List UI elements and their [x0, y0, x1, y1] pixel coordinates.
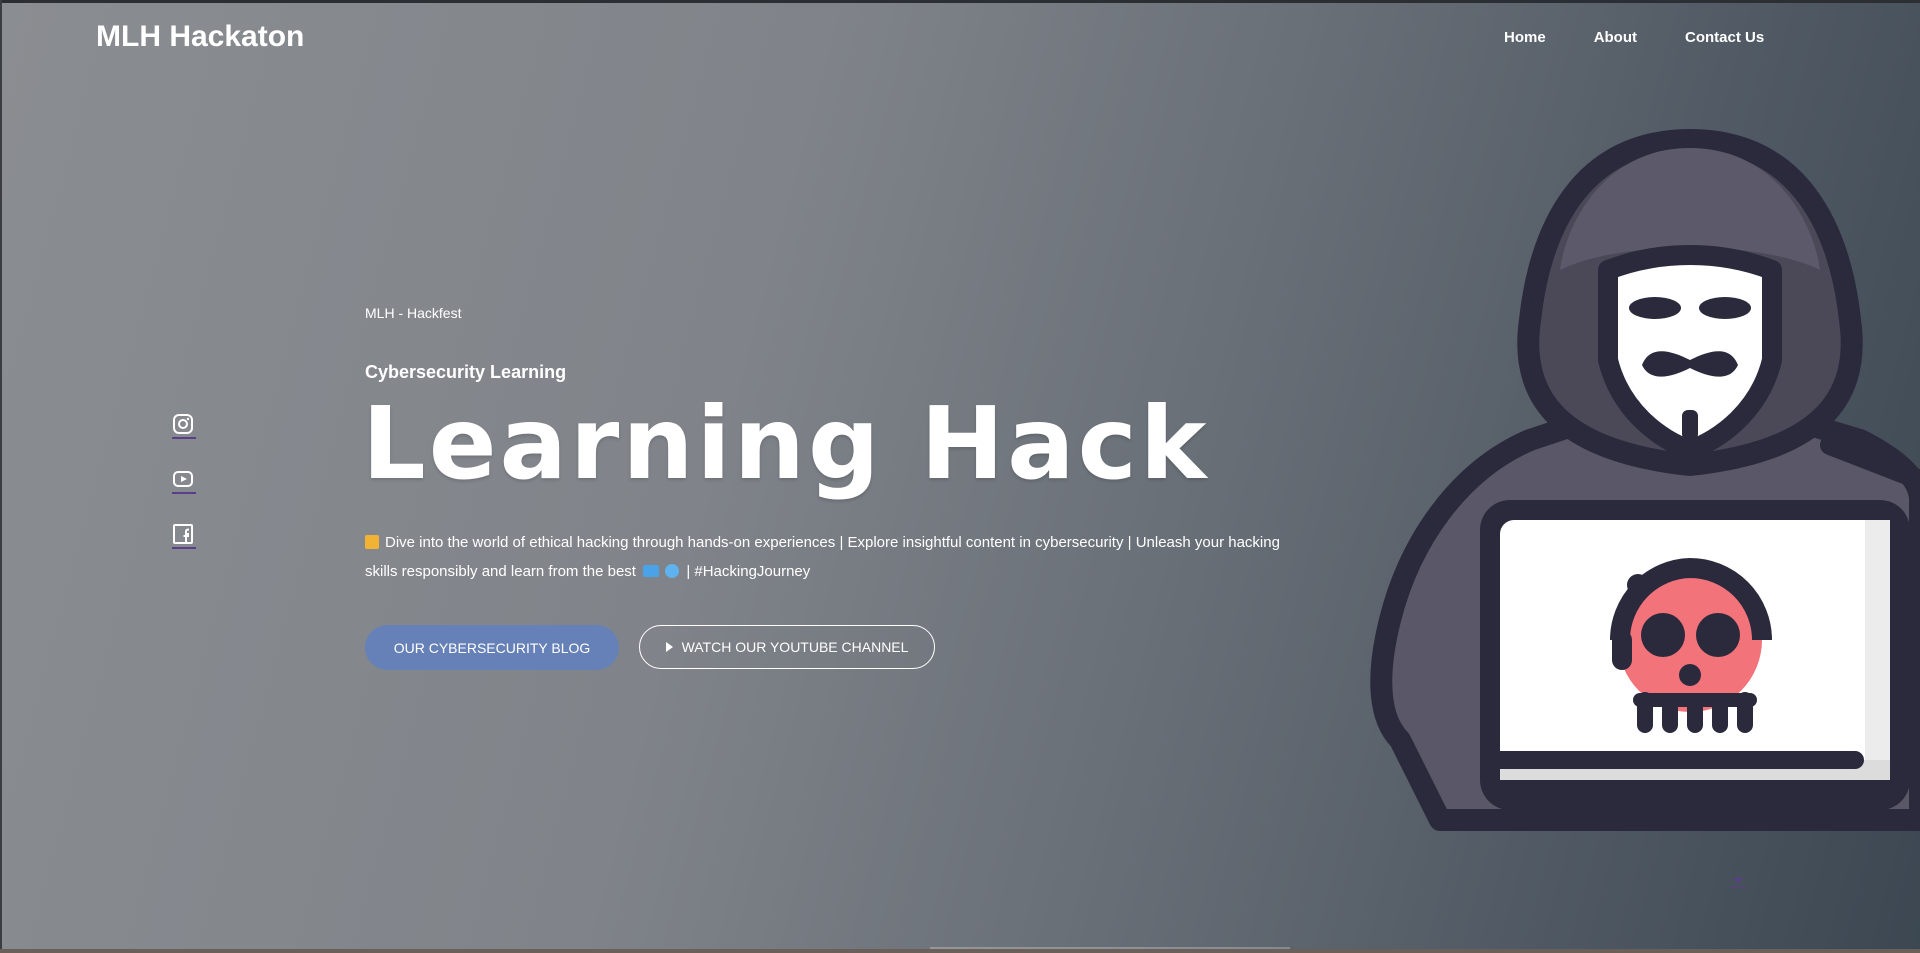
globe-icon: [665, 564, 680, 578]
laptop-icon: [643, 565, 660, 577]
brand-logo[interactable]: MLH Hackaton: [96, 20, 304, 54]
youtube-button-label: WATCH OUR YOUTUBE CHANNEL: [681, 639, 909, 655]
description-hashtag: | #HackingJourney: [686, 563, 811, 580]
nav-about[interactable]: About: [1594, 29, 1637, 46]
hero-subtitle: Cybersecurity Learning: [365, 362, 567, 382]
play-icon: [665, 642, 673, 652]
hero-kicker: MLH - Hackfest: [365, 305, 462, 321]
instagram-icon[interactable]: [172, 413, 196, 439]
facebook-icon[interactable]: [172, 523, 196, 549]
lock-icon: [365, 535, 379, 549]
hacker-illustration: [1370, 129, 1920, 831]
landing-page: MLH Hackaton Home About Contact Us MLH -…: [0, 0, 1920, 953]
scroll-down-icon[interactable]: [1730, 878, 1746, 890]
blog-button-label: OUR CYBERSECURITY BLOG: [393, 639, 591, 656]
social-links: [172, 413, 196, 578]
hero-description: Dive into the world of ethical hacking t…: [365, 528, 1305, 586]
bottom-border: [0, 949, 1920, 953]
hero-title: Learning Hack: [362, 385, 1210, 502]
left-border: [0, 0, 2, 953]
description-text: Dive into the world of ethical hacking t…: [365, 534, 1280, 580]
top-border: [0, 0, 1920, 3]
cybersecurity-blog-button[interactable]: OUR CYBERSECURITY BLOG: [365, 625, 619, 670]
nav-contact[interactable]: Contact Us: [1685, 29, 1764, 46]
youtube-channel-button[interactable]: WATCH OUR YOUTUBE CHANNEL: [639, 625, 935, 669]
main-nav: Home About Contact Us: [1504, 29, 1812, 46]
youtube-icon[interactable]: [172, 468, 196, 494]
nav-home[interactable]: Home: [1504, 29, 1546, 46]
